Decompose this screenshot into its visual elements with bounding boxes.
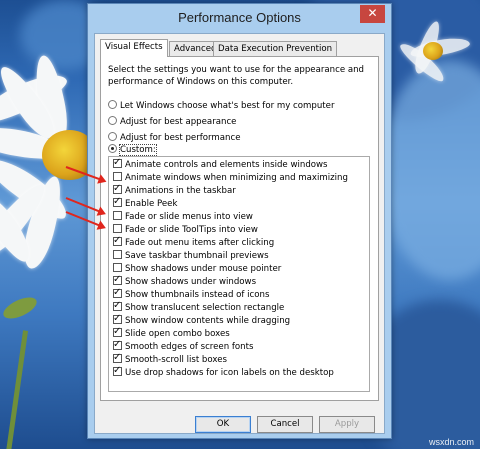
description-text: Select the settings you want to use for … [108, 65, 365, 87]
close-button[interactable]: ✕ [360, 5, 385, 23]
tab-data-execution-prevention[interactable]: Data Execution Prevention [213, 41, 338, 56]
effect-label: Fade or slide ToolTips into view [125, 225, 258, 235]
radio-best-appearance[interactable]: Adjust for best appearance [108, 116, 236, 129]
checkbox-checked[interactable] [113, 157, 122, 169]
effect-label: Show window contents while dragging [125, 316, 291, 326]
radio-label: Adjust for best appearance [120, 117, 237, 127]
checkbox-checked[interactable] [113, 364, 122, 377]
visual-effects-panel: Select the settings you want to use for … [100, 56, 379, 401]
effect-label: Show translucent selection rectangle [125, 303, 285, 313]
effect-label: Enable Peek [125, 199, 178, 209]
effect-label: Animations in the taskbar [125, 186, 236, 196]
checkbox-checked[interactable] [113, 195, 122, 208]
checkbox-checked[interactable] [113, 286, 122, 299]
checkbox-checked[interactable] [113, 312, 122, 325]
checkbox-checked[interactable] [113, 325, 122, 338]
radio-let-windows-choose[interactable]: Let Windows choose what's best for my co… [108, 100, 335, 113]
tab-visual-effects[interactable]: Visual Effects [100, 39, 168, 57]
checkbox-unchecked[interactable] [113, 211, 122, 220]
effect-label: Use drop shadows for icon labels on the … [125, 368, 334, 378]
effect-item[interactable]: Fade or slide menus into view [113, 211, 253, 224]
effect-item[interactable]: Show thumbnails instead of icons [113, 286, 270, 302]
radio-label: Adjust for best performance [120, 133, 241, 143]
effect-item[interactable]: Fade or slide ToolTips into view [113, 224, 258, 237]
effect-item[interactable]: Save taskbar thumbnail previews [113, 250, 269, 263]
effect-item[interactable]: Smooth edges of screen fonts [113, 338, 254, 354]
effect-item[interactable]: Show shadows under windows [113, 273, 257, 289]
checkbox-checked[interactable] [113, 182, 122, 195]
checkbox-unchecked[interactable] [113, 263, 122, 272]
checkbox-checked[interactable] [113, 273, 122, 286]
radio-button[interactable] [108, 132, 117, 141]
effect-item[interactable]: Use drop shadows for icon labels on the … [113, 364, 334, 380]
effect-label: Fade or slide menus into view [125, 212, 253, 222]
watermark: wsxdn.com [428, 437, 474, 447]
apply-button: Apply [319, 416, 375, 433]
effect-item[interactable]: Show shadows under mouse pointer [113, 263, 281, 276]
checkbox-checked[interactable] [113, 234, 122, 247]
effect-item[interactable]: Show window contents while dragging [113, 312, 291, 328]
checkbox-unchecked[interactable] [113, 250, 122, 259]
effect-label: Slide open combo boxes [125, 329, 230, 339]
performance-options-window: Performance Options ✕ Visual Effects Adv… [87, 3, 392, 439]
effect-item[interactable]: Smooth-scroll list boxes [113, 351, 227, 367]
effect-label: Smooth-scroll list boxes [125, 355, 227, 365]
effect-label: Save taskbar thumbnail previews [125, 251, 269, 261]
effect-label: Show shadows under mouse pointer [125, 264, 282, 274]
effect-item[interactable]: Enable Peek [113, 195, 178, 211]
effect-label: Show thumbnails instead of icons [125, 290, 270, 300]
effect-label: Animate controls and elements inside win… [125, 160, 328, 170]
radio-label: Let Windows choose what's best for my co… [120, 101, 335, 111]
radio-button-selected[interactable] [108, 144, 117, 153]
checkbox-unchecked[interactable] [113, 172, 122, 181]
visual-effects-list[interactable]: Animate controls and elements inside win… [108, 156, 370, 392]
checkbox-checked[interactable] [113, 351, 122, 364]
checkbox-checked[interactable] [113, 299, 122, 312]
effect-label: Animate windows when minimizing and maxi… [125, 173, 348, 183]
effect-label: Fade out menu items after clicking [125, 238, 275, 248]
close-icon: ✕ [367, 6, 378, 20]
effect-item[interactable]: Animations in the taskbar [113, 182, 236, 198]
checkbox-unchecked[interactable] [113, 224, 122, 233]
window-title: Performance Options [178, 10, 301, 25]
radio-button[interactable] [108, 116, 117, 125]
effect-item[interactable]: Animate controls and elements inside win… [113, 157, 328, 172]
checkbox-checked[interactable] [113, 338, 122, 351]
effect-item[interactable]: Animate windows when minimizing and maxi… [113, 172, 348, 185]
effect-item[interactable]: Slide open combo boxes [113, 325, 230, 341]
effect-item[interactable]: Fade out menu items after clicking [113, 234, 275, 250]
effect-label: Show shadows under windows [125, 277, 257, 287]
radio-label: Custom: [119, 144, 157, 156]
effect-item[interactable]: Show translucent selection rectangle [113, 299, 285, 315]
cancel-button[interactable]: Cancel [257, 416, 313, 433]
dialog-client-area: Visual Effects Advanced Data Execution P… [94, 33, 385, 434]
ok-button[interactable]: OK [195, 416, 251, 433]
radio-button[interactable] [108, 100, 117, 109]
effect-label: Smooth edges of screen fonts [125, 342, 254, 352]
